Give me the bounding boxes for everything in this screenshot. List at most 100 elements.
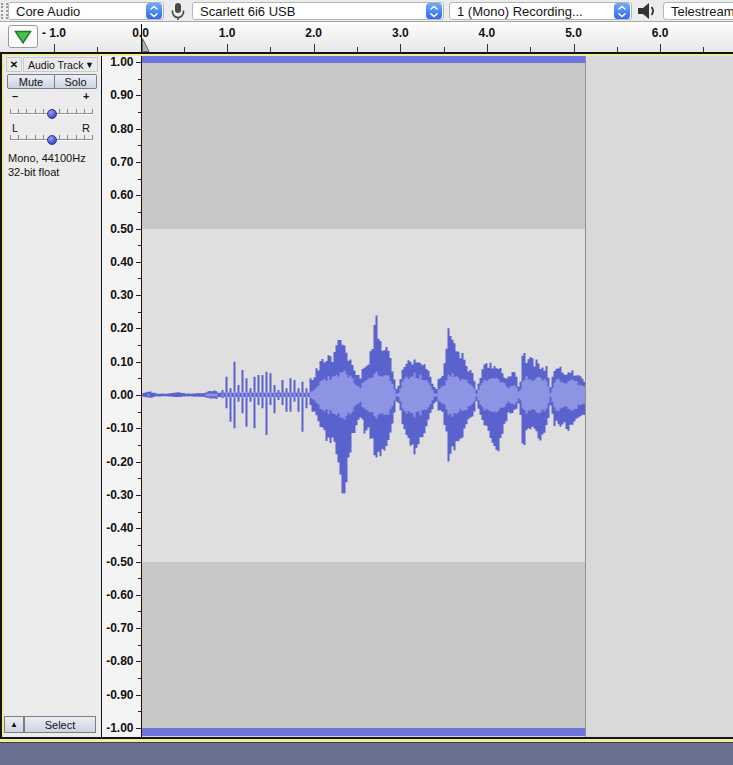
timeline-major-tick [574,44,575,52]
track-collapse-button[interactable]: ▲ [4,716,24,733]
solo-button[interactable]: Solo [55,74,97,89]
scale-label: 0.90 [110,89,133,101]
waveform-rms [269,392,271,397]
scale-label: -1.00 [106,722,133,734]
recording-device-select[interactable]: Scarlett 6i6 USB [192,2,444,20]
timeline-label: 2.0 [305,26,322,40]
waveform-rms [205,394,217,397]
timeline-major-tick [400,44,401,52]
scale-label: 0.50 [110,223,133,235]
scale-label: -0.60 [106,589,133,601]
recording-channels-value: 1 (Mono) Recording... [450,4,614,19]
waveform-rms [221,393,223,396]
timeline-label: 6.0 [652,26,669,40]
waveform-rms [293,393,295,398]
waveform[interactable] [141,56,733,737]
scale-label: 0.40 [110,256,133,268]
timeline-major-tick [227,44,228,52]
microphone-icon [166,2,190,20]
toolbar-gripper[interactable] [1,3,8,19]
gain-minus-label: – [12,90,18,102]
waveform-rms [273,393,275,398]
timeline-label: 5.0 [565,26,582,40]
scale-label: 0.30 [110,289,133,301]
scale-label: -0.20 [106,456,133,468]
clip-right-edge [585,56,586,737]
pan-slider-thumb[interactable] [47,135,57,145]
track-close-button[interactable]: ✕ [6,57,22,72]
updown-chevrons-icon [617,5,627,18]
timeline-label: 1.0 [219,26,236,40]
track-waveform-area[interactable] [141,56,733,737]
scale-label: -0.80 [106,655,133,667]
waveform-rms [147,394,149,396]
scale-label: 0.70 [110,156,133,168]
waveform-rms [249,393,251,397]
track-menu-arrow-icon: ▼ [85,60,97,70]
track-menu-button[interactable]: Audio Track ▼ [23,57,98,72]
device-toolbar: Core Audio Scarlett 6i6 USB 1 (Mono) Rec… [0,0,733,22]
recording-device-value: Scarlett 6i6 USB [193,4,426,19]
track-control-panel: ✕ Audio Track ▼ Mute Solo – + L R Mono, … [4,56,101,737]
scale-label: -0.10 [106,422,133,434]
waveform-rms [237,393,239,398]
waveform-rms [257,392,259,397]
track-select-button[interactable]: Select [24,716,96,733]
pan-left-label: L [12,122,18,134]
waveform-rms [265,392,267,399]
timeline-major-tick [660,44,661,52]
timeline-cursor-handle[interactable] [142,38,150,52]
scale-label: 0.60 [110,189,133,201]
timeline-ruler[interactable]: - 1.00.01.02.03.04.05.06.0 [0,22,733,52]
recording-channels-select[interactable]: 1 (Mono) Recording... [449,2,632,20]
waveform-rms [297,393,299,398]
waveform-rms [277,393,279,396]
waveform-rms [289,393,291,398]
edit-cursor-line [141,56,143,737]
track-format-info: Mono, 44100Hz [8,152,86,164]
updown-chevrons-icon [429,5,439,18]
scale-label: 0.20 [110,322,133,334]
scale-label: 0.80 [110,123,133,135]
gain-plus-label: + [83,90,89,102]
waveform-rms [245,392,247,399]
waveform-rms [233,392,235,399]
pan-right-label: R [82,122,90,134]
waveform-rms [229,392,231,397]
scale-label: 0.10 [110,356,133,368]
timeline-major-tick [314,44,315,52]
vertical-scale-ruler[interactable]: 1.00 0.90 0.80 0.70 0.60 0.50 0.40 0.30 0.20 0.10… [102,56,141,737]
waveform-rms [301,392,303,398]
scale-label: -0.40 [106,522,133,534]
waveform-rms [285,393,287,398]
recording-device-stepper[interactable] [426,3,442,19]
playback-device-value: Telestream Audio [664,4,733,19]
updown-chevrons-icon [149,5,159,18]
waveform-rms [261,392,263,397]
scale-label: 0.00 [110,389,133,401]
gain-slider-thumb[interactable] [47,109,57,119]
waveform-rms [281,393,283,398]
scale-label: -0.30 [106,489,133,501]
waveform-rms [225,392,227,397]
track-depth-info: 32-bit float [8,166,59,178]
recording-channels-stepper[interactable] [614,3,630,19]
timeline-major-tick [54,44,55,52]
playback-device-select[interactable]: Telestream Audio [663,2,733,20]
scale-label: -0.70 [106,622,133,634]
mute-button[interactable]: Mute [7,74,55,89]
audio-host-stepper[interactable] [146,3,162,19]
green-triangle-icon [12,28,34,46]
track-title: Audio Track [24,59,85,71]
timeline-major-tick [487,44,488,52]
speaker-icon [635,2,659,20]
scale-label: -0.90 [106,689,133,701]
waveform-rms [241,392,243,399]
timeline-label: 3.0 [392,26,409,40]
scale-label: 1.00 [110,56,133,68]
timeline-options-button[interactable] [8,25,38,48]
waveform-rms [305,393,307,398]
workspace-background [0,743,733,765]
audio-host-value: Core Audio [9,4,146,19]
audio-host-select[interactable]: Core Audio [8,2,164,20]
